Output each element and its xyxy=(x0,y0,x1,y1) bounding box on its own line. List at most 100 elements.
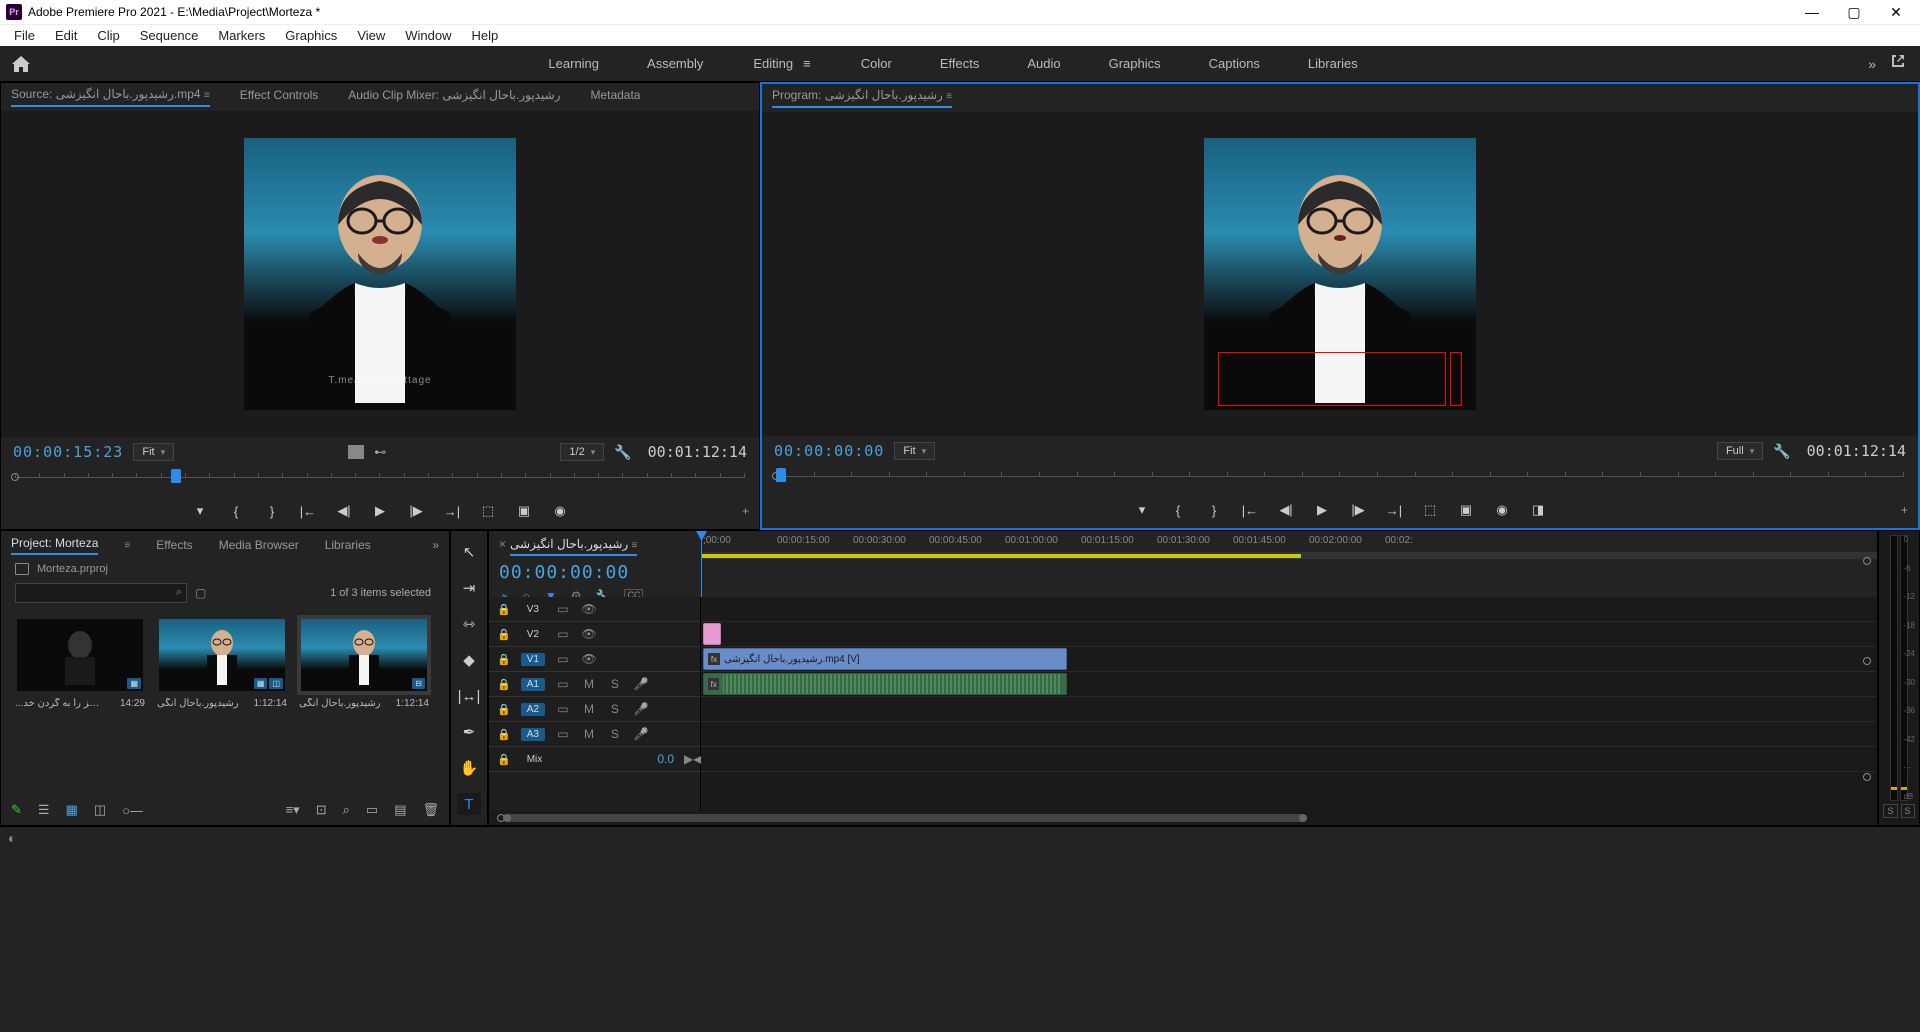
insert-icon[interactable]: ⬚ xyxy=(479,503,497,519)
hand-tool-icon[interactable]: ✋ xyxy=(457,757,481,779)
sync-lock-icon[interactable]: ▭ xyxy=(555,602,571,616)
track-header-v3[interactable]: 🔒 V3 ▭ 👁 xyxy=(489,597,700,622)
track-lane-v3[interactable] xyxy=(701,597,1877,622)
lock-icon[interactable]: 🔒 xyxy=(497,628,511,641)
selection-tool-icon[interactable]: ↖ xyxy=(457,541,481,563)
workspace-audio[interactable]: Audio xyxy=(1025,52,1062,75)
voice-over-icon[interactable]: 🎤 xyxy=(633,727,649,741)
toggle-output-icon[interactable]: 👁 xyxy=(581,652,597,666)
workspace-overflow-icon[interactable]: » xyxy=(1868,56,1876,72)
lift-icon[interactable]: ⬚ xyxy=(1421,502,1439,518)
filter-bin-icon[interactable]: ▢ xyxy=(195,586,206,600)
mark-out-icon[interactable]: } xyxy=(263,504,281,519)
zoom-slider[interactable]: ○— xyxy=(122,803,143,818)
step-forward-icon[interactable]: |▶ xyxy=(407,503,425,519)
sync-lock-icon[interactable]: ▭ xyxy=(555,677,571,691)
type-tool-icon[interactable]: T xyxy=(457,793,481,815)
workspace-captions[interactable]: Captions xyxy=(1207,52,1262,75)
workspace-editing[interactable]: Editing≡ xyxy=(749,52,814,75)
tab-metadata[interactable]: Metadata xyxy=(590,88,640,106)
automate-icon[interactable]: ⊡ xyxy=(316,802,327,818)
lock-icon[interactable]: 🔒 xyxy=(497,603,511,616)
go-to-in-icon[interactable]: |← xyxy=(1241,503,1259,518)
source-zoom-left[interactable] xyxy=(11,473,19,481)
new-item-icon[interactable]: ▤ xyxy=(394,802,406,818)
solo-left-button[interactable]: S xyxy=(1883,804,1897,818)
video-clip[interactable]: fx رشیدپور.باحال انگیزشی.mp4 [V] xyxy=(703,648,1067,670)
creative-cloud-icon[interactable]: ◐ xyxy=(8,830,16,846)
media-item[interactable]: ⊟ رشیدپور.باحال انگی1:12:14 xyxy=(297,615,431,787)
mute-icon[interactable]: M xyxy=(581,677,597,691)
graphic-clip[interactable] xyxy=(703,623,721,645)
minimize-button[interactable]: — xyxy=(1800,4,1824,21)
timeline-timecode[interactable]: 00:00:00:00 xyxy=(499,562,691,583)
program-fit-dropdown[interactable]: Fit▾ xyxy=(894,442,935,460)
menu-graphics[interactable]: Graphics xyxy=(277,26,345,45)
overflow-icon[interactable]: » xyxy=(432,538,439,552)
menu-window[interactable]: Window xyxy=(397,26,459,45)
sequence-tab[interactable]: رشیدپور.باحال انگیزشی ≡ xyxy=(510,537,637,556)
workspace-graphics[interactable]: Graphics xyxy=(1107,52,1163,75)
track-header-a2[interactable]: 🔒 A2 ▭ M S 🎤 xyxy=(489,697,700,722)
program-scrubber[interactable] xyxy=(762,466,1918,492)
tab-menu-icon[interactable]: ≡ xyxy=(946,91,952,106)
solo-icon[interactable]: S xyxy=(607,702,623,716)
voice-over-icon[interactable]: 🎤 xyxy=(633,702,649,716)
close-button[interactable]: ✕ xyxy=(1884,4,1908,21)
add-marker-icon[interactable]: ▾ xyxy=(1133,502,1151,518)
add-marker-icon[interactable]: ▾ xyxy=(191,503,209,519)
overwrite-icon[interactable]: ▣ xyxy=(515,503,533,519)
mix-value[interactable]: 0.0 xyxy=(657,752,674,766)
home-button[interactable] xyxy=(4,47,38,81)
find-icon[interactable]: ⌕ xyxy=(343,802,350,818)
menu-file[interactable]: File xyxy=(6,26,43,45)
timeline-h-scrollbar[interactable] xyxy=(489,811,1877,825)
go-to-out-icon[interactable]: →| xyxy=(1385,503,1403,518)
zoom-handle-right[interactable] xyxy=(1863,557,1871,565)
voice-over-icon[interactable]: 🎤 xyxy=(633,677,649,691)
media-item[interactable]: ▦ ...همه چیز را به گردن خد14:29 xyxy=(13,615,147,787)
search-input[interactable] xyxy=(15,583,187,603)
program-settings-icon[interactable]: 🔧 xyxy=(1773,443,1790,460)
track-label[interactable]: A1 xyxy=(521,678,545,691)
menu-view[interactable]: View xyxy=(349,26,393,45)
tab-libraries[interactable]: Libraries xyxy=(325,538,371,552)
track-lane-a1[interactable]: fx xyxy=(701,672,1877,697)
track-lane-a2[interactable] xyxy=(701,697,1877,722)
menu-edit[interactable]: Edit xyxy=(47,26,85,45)
menu-clip[interactable]: Clip xyxy=(89,26,127,45)
menu-sequence[interactable]: Sequence xyxy=(132,26,207,45)
track-header-v2[interactable]: 🔒 V2 ▭ 👁 xyxy=(489,622,700,647)
source-drag-audio-icon[interactable]: ⊷ xyxy=(374,445,386,459)
workspace-assembly[interactable]: Assembly xyxy=(645,52,705,75)
mark-in-icon[interactable]: { xyxy=(1169,503,1187,518)
source-drag-video-icon[interactable] xyxy=(348,445,364,459)
timeline-ruler[interactable]: ;00:00 00:00:15:00 00:00:30:00 00:00:45:… xyxy=(701,531,1877,553)
mix-meter-icon[interactable]: ▶◀ xyxy=(684,752,700,766)
lock-icon[interactable]: 🔒 xyxy=(497,653,511,666)
tab-project[interactable]: Project: Morteza xyxy=(11,536,98,555)
solo-right-button[interactable]: S xyxy=(1901,804,1915,818)
list-view-icon[interactable]: ☰ xyxy=(38,802,50,818)
freeform-view-icon[interactable]: ◫ xyxy=(94,802,106,818)
track-lane-v1[interactable]: fx رشیدپور.باحال انگیزشی.mp4 [V] xyxy=(701,647,1877,672)
lock-icon[interactable]: 🔒 xyxy=(497,703,511,716)
export-frame-icon[interactable]: ◉ xyxy=(551,503,569,519)
lock-icon[interactable]: 🔒 xyxy=(497,728,511,741)
play-icon[interactable]: ▶ xyxy=(371,503,389,519)
maximize-button[interactable]: ▢ xyxy=(1842,4,1866,21)
pen-tool-icon[interactable]: ✒ xyxy=(457,721,481,743)
slip-tool-icon[interactable]: |↔| xyxy=(457,685,481,707)
tab-effects[interactable]: Effects xyxy=(156,538,192,552)
source-playhead[interactable] xyxy=(171,469,181,483)
workspace-libraries[interactable]: Libraries xyxy=(1306,52,1360,75)
sync-lock-icon[interactable]: ▭ xyxy=(555,652,571,666)
workspace-color[interactable]: Color xyxy=(859,52,894,75)
solo-icon[interactable]: S xyxy=(607,677,623,691)
step-back-icon[interactable]: ◀| xyxy=(1277,502,1295,518)
track-content-area[interactable]: fx رشیدپور.باحال انگیزشی.mp4 [V] fx xyxy=(701,597,1877,811)
scroll-thumb[interactable] xyxy=(505,814,1305,822)
track-header-a3[interactable]: 🔒 A3 ▭ M S 🎤 xyxy=(489,722,700,747)
toggle-output-icon[interactable]: 👁 xyxy=(581,627,597,641)
program-resolution-dropdown[interactable]: Full▾ xyxy=(1717,442,1763,460)
